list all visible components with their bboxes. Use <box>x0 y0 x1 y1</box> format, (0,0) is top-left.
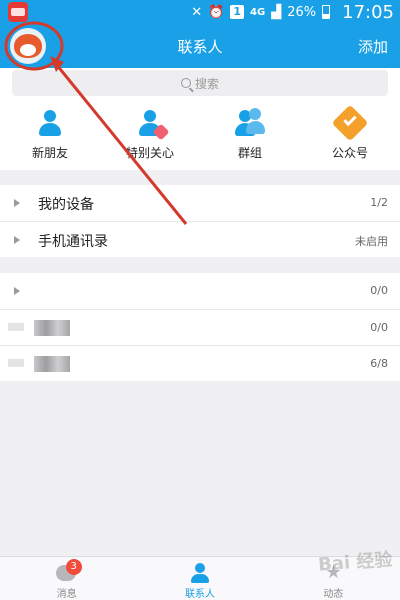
person-icon <box>35 108 65 138</box>
group-count: 未启用 <box>355 235 388 248</box>
expand-arrow-icon <box>14 199 20 207</box>
mute-icon: ✕ <box>191 4 203 20</box>
unread-badge: 3 <box>65 559 82 575</box>
nav-label: 消息 <box>56 589 77 600</box>
quick-groups[interactable]: 群组 <box>200 98 300 170</box>
battery-icon <box>322 5 331 19</box>
nav-label: 联系人 <box>184 589 215 600</box>
status-bar: ✕ ⏰ 1 4G ▟ 26% 17:05 <box>0 0 400 24</box>
group-row-phone-contacts[interactable]: 手机通讯录 未启用 <box>0 221 400 257</box>
contacts-icon <box>189 563 211 583</box>
blurred-group-name <box>34 320 70 336</box>
clock: 17:05 <box>342 1 394 23</box>
friend-groups: 0/0 0/0 6/8 <box>0 273 400 381</box>
group-row-my-devices[interactable]: 我的设备 1/2 <box>0 185 400 221</box>
app-header: 联系人 添加 <box>0 24 400 68</box>
quick-label: 公众号 <box>331 146 368 160</box>
expand-arrow-icon <box>14 236 20 244</box>
blurred-group-name <box>34 356 70 372</box>
quick-official-accounts[interactable]: 公众号 <box>300 98 400 170</box>
search-bar: 搜索 <box>0 68 400 98</box>
battery-percent: 26% <box>287 4 317 20</box>
sim-indicator: 1 <box>230 5 245 19</box>
watermark-logo: Bai 经验 <box>317 549 393 576</box>
page-title: 联系人 <box>177 38 223 56</box>
signal-icon: ▟ <box>271 4 282 20</box>
blurred-arrow <box>8 323 24 331</box>
group-count: 1/2 <box>370 196 388 209</box>
blurred-arrow <box>8 359 24 367</box>
group-label: 我的设备 <box>38 197 94 213</box>
friend-group-row[interactable]: 6/8 <box>0 345 400 381</box>
quick-special-care[interactable]: 特别关心 <box>100 98 200 170</box>
group-count: 0/0 <box>370 284 388 297</box>
network-type: 4G <box>250 6 266 18</box>
nav-label: 动态 <box>323 589 344 600</box>
search-icon <box>180 78 191 88</box>
nav-messages[interactable]: 3 消息 <box>0 557 133 600</box>
status-indicators: ✕ ⏰ 1 4G ▟ 26% 17:05 <box>191 0 394 24</box>
alarm-icon: ⏰ <box>208 4 225 20</box>
quick-label: 新朋友 <box>31 146 68 160</box>
group-count: 0/0 <box>370 321 388 334</box>
add-button[interactable]: 添加 <box>358 36 388 57</box>
search-input[interactable]: 搜索 <box>12 70 388 96</box>
group-icon <box>235 108 265 138</box>
person-heart-icon <box>135 108 170 141</box>
badge-check-icon <box>331 104 369 142</box>
friend-group-row[interactable]: 0/0 <box>0 309 400 345</box>
contact-groups: 我的设备 1/2 手机通讯录 未启用 <box>0 185 400 257</box>
friend-group-row[interactable]: 0/0 <box>0 273 400 309</box>
quick-entries: 新朋友 特别关心 群组 公众号 <box>0 98 400 170</box>
search-placeholder: 搜索 <box>194 76 219 91</box>
quick-new-friends[interactable]: 新朋友 <box>0 98 100 170</box>
quick-label: 特别关心 <box>125 146 174 160</box>
group-count: 6/8 <box>370 357 388 370</box>
nav-contacts[interactable]: 联系人 <box>133 557 266 600</box>
group-label: 手机通讯录 <box>38 234 108 250</box>
app-notification-icon <box>8 2 28 22</box>
expand-arrow-icon <box>14 287 20 295</box>
quick-label: 群组 <box>237 146 262 160</box>
message-icon: 3 <box>55 559 82 583</box>
